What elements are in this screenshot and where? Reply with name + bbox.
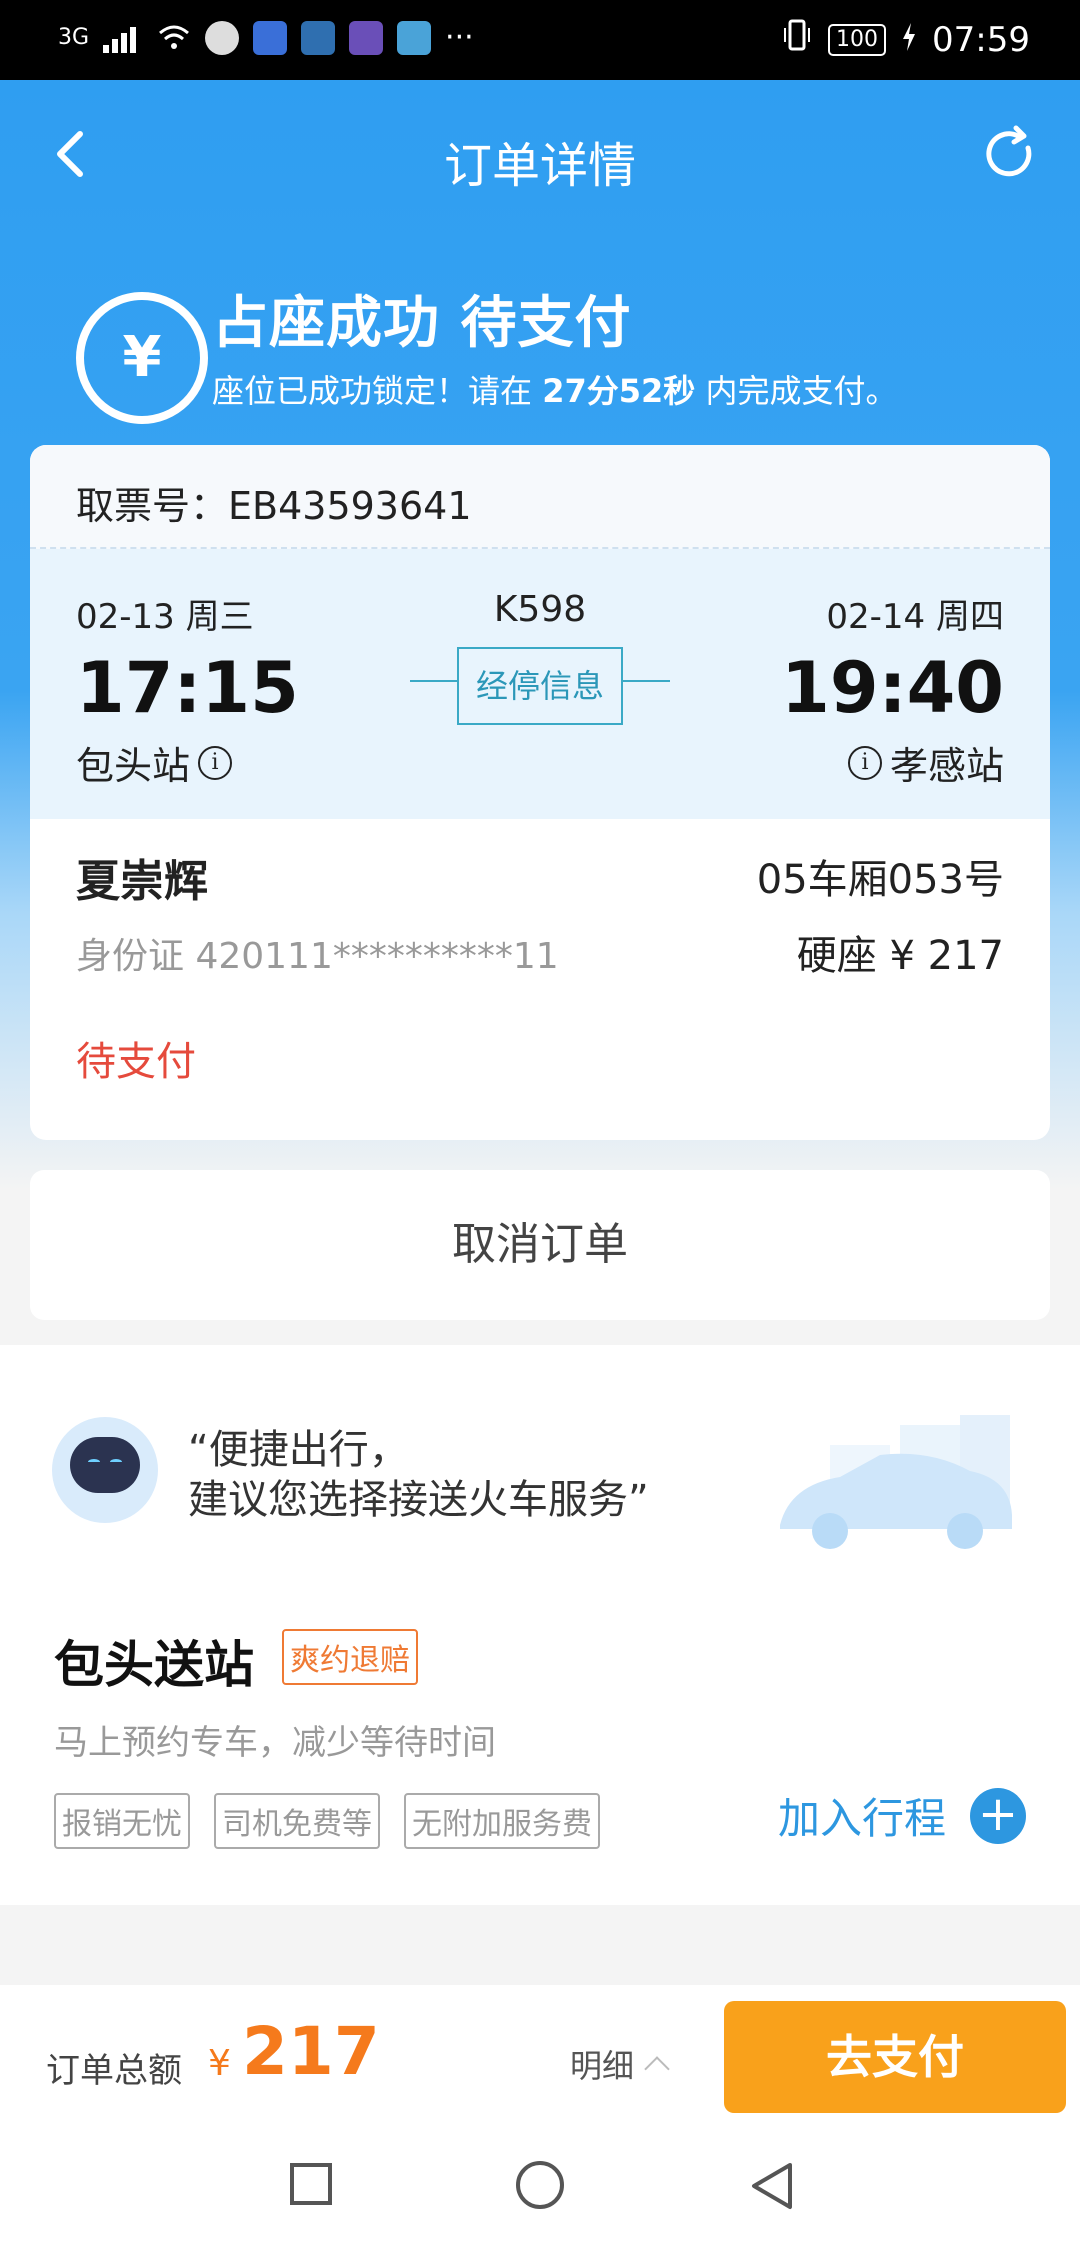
total-label: 订单总额 xyxy=(46,2051,182,2091)
qq-icon xyxy=(301,20,336,55)
order-status: ¥ 占座成功 待支付 座位已成功锁定！请在 27分52秒 内完成支付。 xyxy=(0,270,1080,430)
currency-symbol: ¥ xyxy=(208,2043,231,2084)
passenger-info: 夏崇辉 05车厢053号 身份证 420111**********11 硬座 ¥… xyxy=(30,819,1050,1139)
car-illustration-icon xyxy=(750,1415,1030,1565)
nav-back-icon[interactable] xyxy=(746,2159,800,2213)
wechat-icon xyxy=(205,20,240,55)
wifi-icon xyxy=(157,21,191,55)
signal-icon xyxy=(103,21,143,55)
status-subtitle: 座位已成功锁定！请在 27分52秒 内完成支付。 xyxy=(212,372,898,410)
yen-icon: ¥ xyxy=(76,292,208,424)
payment-bar: 订单总额 ¥ 217 明细 去支付 xyxy=(0,1985,1080,2125)
ticket-card: 取票号：EB43593641 02-13 周三 K598 02-14 周四 17… xyxy=(30,445,1050,1140)
app-icon xyxy=(349,20,384,55)
info-icon: i xyxy=(198,745,233,780)
status-bar: 3G ··· 100 07:59 xyxy=(0,0,1080,80)
arrival-date: 02-14 周四 xyxy=(826,597,1004,637)
cancel-order-button[interactable]: 取消订单 xyxy=(30,1170,1050,1320)
departure-time: 17:15 xyxy=(76,647,299,729)
countdown: 27分52秒 xyxy=(542,372,696,410)
seat-price: 硬座 ¥ 217 xyxy=(796,933,1004,979)
ticket-number-label: 取票号： xyxy=(76,484,229,528)
top-nav: 订单详情 xyxy=(0,80,1080,230)
departure-station-name: 包头站 xyxy=(76,744,191,788)
arrival-time: 19:40 xyxy=(781,647,1004,729)
plus-icon: + xyxy=(970,1787,1026,1844)
service-badge: 爽约退赔 xyxy=(282,1629,418,1685)
status-title: 占座成功 待支付 xyxy=(212,291,632,356)
service-tag: 报销无忧 xyxy=(54,1793,190,1849)
info-icon: i xyxy=(847,745,882,780)
ticket-number: 取票号：EB43593641 xyxy=(30,445,1050,549)
network-type: 3G xyxy=(58,25,90,50)
arrival-station[interactable]: i 孝感站 xyxy=(847,735,1004,790)
add-to-trip-label: 加入行程 xyxy=(777,1794,946,1843)
browser-icon xyxy=(397,20,432,55)
passenger-name: 夏崇辉 xyxy=(76,856,208,907)
add-to-trip-button[interactable]: 加入行程 + xyxy=(778,1785,1026,1846)
total-amount: 217 xyxy=(242,2013,380,2090)
transfer-service-section: “便捷出行， 建议您选择接送火车服务” 包头送站 爽约退赔 马上预约专车，减少等… xyxy=(0,1345,1080,1905)
service-tags: 报销无忧 司机免费等 无附加服务费 xyxy=(54,1793,600,1849)
seat-number: 05车厢053号 xyxy=(756,857,1004,903)
service-quote: “便捷出行， 建议您选择接送火车服务” xyxy=(188,1427,649,1523)
clock: 07:59 xyxy=(932,19,1030,60)
refresh-icon[interactable] xyxy=(980,124,1040,184)
service-description: 马上预约专车，减少等待时间 xyxy=(54,1723,496,1763)
vibrate-icon xyxy=(782,18,812,61)
charging-icon xyxy=(902,20,916,60)
battery-indicator: 100 xyxy=(828,23,887,56)
pay-button[interactable]: 去支付 xyxy=(724,2001,1066,2113)
system-nav-bar xyxy=(0,2125,1080,2244)
recents-icon[interactable] xyxy=(290,2163,332,2205)
service-tag: 司机免费等 xyxy=(214,1793,380,1849)
payment-status: 待支付 xyxy=(76,1039,196,1085)
departure-station[interactable]: 包头站 i xyxy=(76,735,233,790)
home-icon[interactable] xyxy=(516,2161,564,2209)
arrival-station-name: 孝感站 xyxy=(889,744,1004,788)
service-title: 包头送站 xyxy=(54,1636,254,1694)
baidu-icon xyxy=(253,20,288,55)
price-detail-label: 明细 xyxy=(570,2047,635,2085)
chevron-up-icon xyxy=(644,2056,670,2082)
route-info: 02-13 周三 K598 02-14 周四 17:15 经停信息 19:40 … xyxy=(30,549,1050,819)
service-tag: 无附加服务费 xyxy=(404,1793,600,1849)
stops-info-button[interactable]: 经停信息 xyxy=(457,647,623,725)
page-title: 订单详情 xyxy=(443,138,636,194)
more-notifications: ··· xyxy=(445,20,474,55)
ticket-number-value: EB43593641 xyxy=(228,484,472,528)
price-detail-toggle[interactable]: 明细 xyxy=(570,2041,670,2087)
passenger-id: 身份证 420111**********11 xyxy=(76,936,559,977)
robot-avatar-icon xyxy=(52,1417,158,1523)
